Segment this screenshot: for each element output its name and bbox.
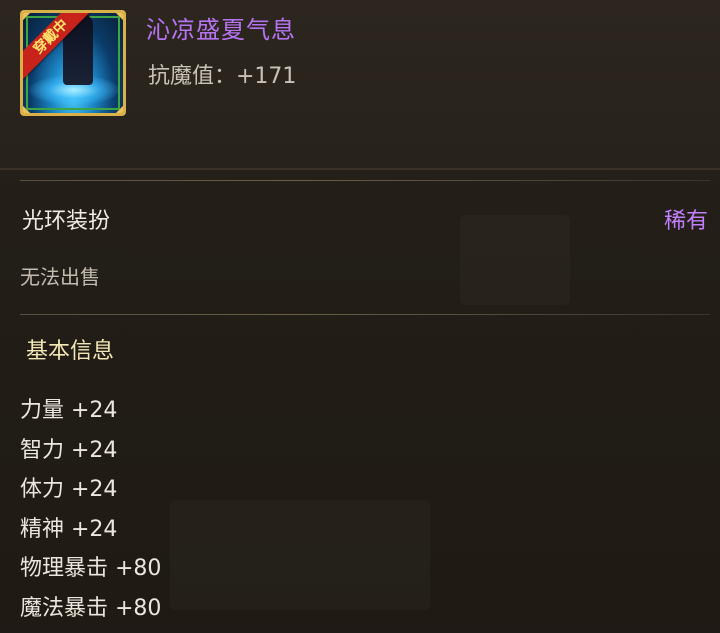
- section-title-basic-info: 基本信息: [26, 333, 114, 365]
- item-tooltip-panel: 穿戴中 沁凉盛夏气息 抗魔值：+171 光环装扮 稀有 无法出售 基本信息 力量…: [0, 0, 720, 631]
- attribute-item: 智力 +24: [20, 436, 161, 476]
- background-ghost: [460, 215, 570, 305]
- attribute-item: 魔法暴击 +80: [20, 594, 161, 633]
- item-name: 沁凉盛夏气息: [146, 10, 296, 45]
- item-type: 光环装扮: [22, 203, 110, 235]
- divider: [20, 314, 710, 315]
- divider: [0, 168, 720, 170]
- attribute-item: 物理暴击 +80: [20, 554, 161, 594]
- item-rarity: 稀有: [664, 203, 708, 235]
- item-icon[interactable]: 穿戴中: [20, 10, 126, 116]
- attribute-item: 精神 +24: [20, 515, 161, 555]
- attribute-item: 力量 +24: [20, 396, 161, 436]
- background-ghost: [170, 500, 430, 610]
- divider: [20, 180, 710, 181]
- item-stat: 抗魔值：+171: [148, 58, 296, 90]
- attribute-list: 力量 +24 智力 +24 体力 +24 精神 +24 物理暴击 +80 魔法暴…: [20, 396, 161, 633]
- sell-status: 无法出售: [20, 261, 100, 290]
- attribute-item: 体力 +24: [20, 475, 161, 515]
